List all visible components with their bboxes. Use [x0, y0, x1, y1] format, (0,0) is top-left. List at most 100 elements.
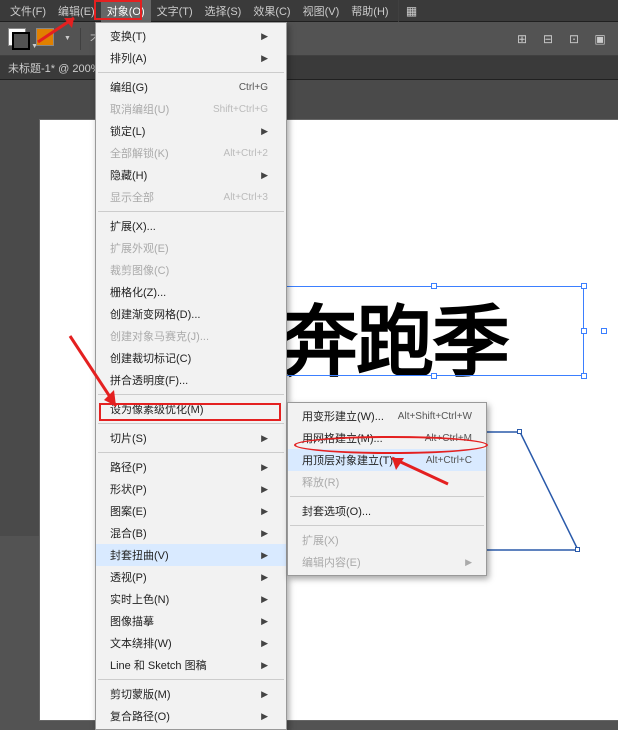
menu-item[interactable]: 形状(P) ▶	[96, 478, 286, 500]
menu-view[interactable]: 视图(V)	[297, 0, 346, 22]
menu-item[interactable]: 封套扭曲(V)▶	[96, 544, 286, 566]
object-menu-dropdown: 变换(T)▶排列(A)▶编组(G)Ctrl+G取消编组(U)Shift+Ctrl…	[95, 22, 287, 730]
menu-item-label: 排列(A)	[110, 50, 147, 66]
menu-item[interactable]: 隐藏(H)▶	[96, 164, 286, 186]
submenu-arrow-icon: ▶	[465, 557, 472, 568]
menu-object[interactable]: 对象(O)	[101, 0, 151, 22]
menu-item-label: 取消编组(U)	[110, 101, 169, 117]
menu-separator	[290, 496, 484, 497]
menu-item: 显示全部Alt+Ctrl+3	[96, 186, 286, 208]
menu-item[interactable]: 创建渐变网格(D)...	[96, 303, 286, 325]
menu-separator	[98, 423, 284, 424]
menu-item-label: 剪切蒙版(M)	[110, 686, 171, 702]
menu-item-label: 图案(E)	[110, 503, 147, 519]
menu-item[interactable]: 设为像素级优化(M)	[96, 398, 286, 420]
menu-item[interactable]: 创建裁切标记(C)	[96, 347, 286, 369]
menu-item[interactable]: 切片(S)▶	[96, 427, 286, 449]
menu-item[interactable]: 剪切蒙版(M) ▶	[96, 683, 286, 705]
menu-effect[interactable]: 效果(C)	[247, 0, 296, 22]
menu-type[interactable]: 文字(T)	[151, 0, 199, 22]
menu-item-label: 裁剪图像(C)	[110, 262, 169, 278]
menu-item[interactable]: 变换(T)▶	[96, 25, 286, 47]
menu-item-label: 封套扭曲(V)	[110, 547, 169, 563]
submenu-arrow-icon: ▶	[261, 484, 268, 495]
app-bar-icon[interactable]: ▦	[402, 1, 422, 21]
document-tab[interactable]: 未标题-1* @ 200%	[8, 60, 100, 76]
menu-separator	[98, 394, 284, 395]
align-icon[interactable]: ⊟	[538, 29, 558, 49]
menu-help[interactable]: 帮助(H)	[345, 0, 394, 22]
menu-item[interactable]: 透视(P) ▶	[96, 566, 286, 588]
submenu-item-label: 用顶层对象建立(T)	[302, 452, 393, 468]
bounds-handle[interactable]	[581, 283, 587, 289]
menu-item-label: 全部解锁(K)	[110, 145, 169, 161]
align-icon[interactable]: ⊡	[564, 29, 584, 49]
menu-shortcut: Alt+Ctrl+C	[426, 455, 472, 466]
submenu-item[interactable]: 用变形建立(W)...Alt+Shift+Ctrl+W	[288, 405, 486, 427]
menu-item-label: 混合(B)	[110, 525, 147, 541]
menu-file[interactable]: 文件(F)	[4, 0, 52, 22]
bounds-handle[interactable]	[581, 328, 587, 334]
submenu-item[interactable]: 用顶层对象建立(T) Alt+Ctrl+C	[288, 449, 486, 471]
menu-item[interactable]: 文本绕排(W)▶	[96, 632, 286, 654]
menu-item-label: 创建渐变网格(D)...	[110, 306, 200, 322]
toolbar-separator	[80, 28, 81, 50]
submenu-arrow-icon: ▶	[261, 53, 268, 64]
menu-item[interactable]: 排列(A) ▶	[96, 47, 286, 69]
bounds-handle[interactable]	[581, 373, 587, 379]
envelope-distort-submenu: 用变形建立(W)...Alt+Shift+Ctrl+W用网格建立(M)...Al…	[287, 402, 487, 576]
submenu-arrow-icon: ▶	[261, 572, 268, 583]
menu-separator	[290, 525, 484, 526]
submenu-arrow-icon: ▶	[261, 528, 268, 539]
menu-item[interactable]: 图像描摹▶	[96, 610, 286, 632]
menu-select[interactable]: 选择(S)	[199, 0, 248, 22]
menu-item[interactable]: 拼合透明度(F)...	[96, 369, 286, 391]
submenu-arrow-icon: ▶	[261, 433, 268, 444]
menu-item-label: 显示全部	[110, 189, 154, 205]
menu-item[interactable]: 实时上色(N) ▶	[96, 588, 286, 610]
menu-item[interactable]: 混合(B) ▶	[96, 522, 286, 544]
menu-item-label: 透视(P)	[110, 569, 147, 585]
document-tabs: 未标题-1* @ 200%	[0, 56, 618, 80]
menu-item[interactable]: 栅格化(Z)...	[96, 281, 286, 303]
bounds-handle[interactable]	[431, 373, 437, 379]
menu-item-label: 锁定(L)	[110, 123, 145, 139]
align-icon[interactable]: ⊞	[512, 29, 532, 49]
submenu-arrow-icon: ▶	[261, 594, 268, 605]
selection-bounds	[284, 286, 584, 376]
menu-item[interactable]: 路径(P)▶	[96, 456, 286, 478]
transform-icon[interactable]: ▣	[590, 29, 610, 49]
menu-item: 扩展外观(E)	[96, 237, 286, 259]
menu-shortcut: Alt+Ctrl+M	[425, 433, 472, 444]
anchor-point[interactable]	[575, 547, 580, 552]
menubar-separator	[398, 0, 399, 22]
submenu-arrow-icon: ▶	[261, 689, 268, 700]
menu-item-label: 复合路径(O)	[110, 708, 170, 724]
submenu-item[interactable]: 用网格建立(M)...Alt+Ctrl+M	[288, 427, 486, 449]
menu-item[interactable]: Line 和 Sketch 图稿▶	[96, 654, 286, 676]
menu-item[interactable]: 扩展(X)...	[96, 215, 286, 237]
submenu-arrow-icon: ▶	[261, 506, 268, 517]
menu-item[interactable]: 图案(E) ▶	[96, 500, 286, 522]
menu-item[interactable]: 编组(G)Ctrl+G	[96, 76, 286, 98]
submenu-arrow-icon: ▶	[261, 711, 268, 722]
submenu-item: 编辑内容(E)▶	[288, 551, 486, 573]
options-bar: ▼ ▼ 不透明度: ▼ ◉ ⊞ ⊟ ⊡ ▣	[0, 22, 618, 56]
menu-item: 创建对象马赛克(J)...	[96, 325, 286, 347]
submenu-item[interactable]: 封套选项(O)...	[288, 500, 486, 522]
menu-item[interactable]: 复合路径(O) ▶	[96, 705, 286, 727]
menu-item: 全部解锁(K)Alt+Ctrl+2	[96, 142, 286, 164]
menu-edit[interactable]: 编辑(E)	[52, 0, 101, 22]
menu-item-label: 实时上色(N)	[110, 591, 169, 607]
submenu-item-label: 用变形建立(W)...	[302, 408, 384, 424]
menu-separator	[98, 211, 284, 212]
menu-item-label: 栅格化(Z)...	[110, 284, 166, 300]
menu-item[interactable]: 锁定(L)▶	[96, 120, 286, 142]
submenu-arrow-icon: ▶	[261, 638, 268, 649]
stroke-color-swatch[interactable]	[36, 28, 58, 50]
fill-stroke-swatch[interactable]: ▼	[8, 28, 30, 50]
bounds-handle-extend[interactable]	[601, 328, 607, 334]
bounds-handle[interactable]	[431, 283, 437, 289]
anchor-point[interactable]	[517, 429, 522, 434]
menu-item-label: 形状(P)	[110, 481, 147, 497]
